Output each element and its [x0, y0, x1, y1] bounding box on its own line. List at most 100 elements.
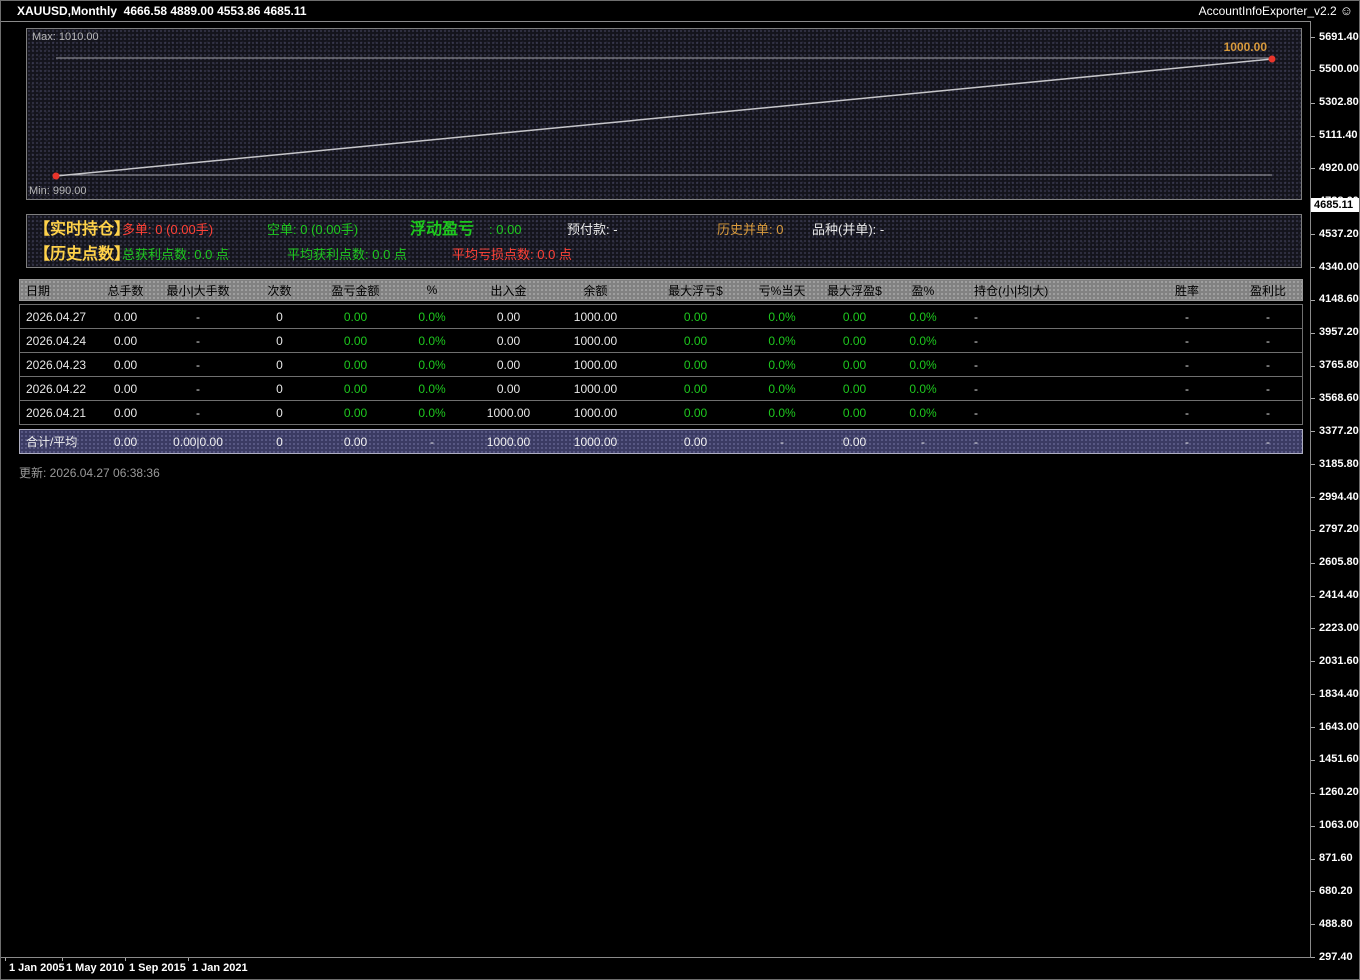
- price-tick-label: 1451.60: [1319, 753, 1359, 766]
- price-tick-mark: [1311, 267, 1315, 268]
- price-tick-mark: [1311, 136, 1315, 137]
- table-cell: -: [394, 435, 470, 449]
- table-cell: 0: [242, 334, 317, 348]
- price-tick-label: 297.40: [1319, 951, 1353, 964]
- price-tick-mark: [1311, 563, 1315, 564]
- price-tick-mark: [1311, 366, 1315, 367]
- table-cell: 0.0%: [394, 382, 470, 396]
- table-cell: 0.00: [317, 406, 394, 420]
- table-cell: 0.00: [817, 435, 892, 449]
- price-tick-mark: [1311, 530, 1315, 531]
- daily-stats-table: 日期总手数最小|大手数次数盈亏金额%出入金余额最大浮亏$亏%当天最大浮盈$盈%持…: [19, 279, 1303, 454]
- price-tick-mark: [1311, 70, 1315, 71]
- price-tick-label: 3377.20: [1319, 425, 1359, 438]
- price-tick-mark: [1311, 37, 1315, 38]
- price-tick-label: 2605.80: [1319, 556, 1359, 569]
- table-cell: -: [1232, 334, 1304, 348]
- table-cell: 0.0%: [394, 358, 470, 372]
- mt4-chart-window: XAUUSD,Monthly 4666.58 4889.00 4553.86 4…: [0, 0, 1360, 980]
- price-tick-label: 4537.20: [1319, 228, 1359, 241]
- price-tick-mark: [1311, 333, 1315, 334]
- table-cell: 0.00: [97, 382, 154, 396]
- table-cell: 0.0%: [747, 310, 817, 324]
- info-segment: 平均获利点数: 0.0 点: [287, 243, 407, 267]
- history-points-row: 【历史点数】总获利点数: 0.0 点平均获利点数: 0.0 点平均亏损点数: 0…: [27, 243, 1301, 267]
- table-cell: 0.0%: [892, 334, 954, 348]
- table-cell: 1000.00: [547, 310, 644, 324]
- table-cell: 0.00: [470, 358, 547, 372]
- table-cell: 0.00: [644, 310, 747, 324]
- time-tick-mark: [125, 958, 126, 961]
- ea-indicator-area: AccountInfoExporter_v2.2 ☺: [1199, 4, 1353, 18]
- price-tick-mark: [1311, 497, 1315, 498]
- time-tick-mark: [188, 958, 189, 961]
- table-cell: 0.0%: [747, 334, 817, 348]
- price-tick-label: 3957.20: [1319, 326, 1359, 339]
- price-tick-label: 2994.40: [1319, 491, 1359, 504]
- table-cell: -: [747, 435, 817, 449]
- price-tick-label: 680.20: [1319, 885, 1353, 898]
- time-tick-label: 1 Jan 2005: [9, 962, 65, 974]
- table-row: 2026.04.240.00-00.000.0%0.001000.000.000…: [19, 328, 1303, 353]
- realtime-position-row: 【实时持仓】多单: 0 (0.00手)空单: 0 (0.00手)浮动盈亏: 0.…: [27, 218, 1301, 242]
- table-total-row: 合计/平均0.000.00|0.0000.00-1000.001000.000.…: [19, 429, 1303, 454]
- table-cell: 0.00: [317, 310, 394, 324]
- price-tick-mark: [1311, 398, 1315, 399]
- table-cell: 0.0%: [747, 406, 817, 420]
- time-tick-label: 1 Sep 2015: [129, 962, 186, 974]
- ea-smiley-icon[interactable]: ☺: [1340, 4, 1353, 18]
- table-header-cell: 胜率: [1142, 282, 1232, 299]
- info-segment: 【实时持仓】: [34, 218, 130, 242]
- info-segment: 浮动盈亏: [410, 218, 474, 242]
- table-cell: -: [1142, 382, 1232, 396]
- table-header-cell: 最大浮亏$: [644, 282, 747, 299]
- chart-titlebar: XAUUSD,Monthly 4666.58 4889.00 4553.86 4…: [1, 1, 1359, 22]
- price-tick-mark: [1311, 891, 1315, 892]
- table-header-cell: 余额: [547, 282, 644, 299]
- table-cell: 0.00: [470, 334, 547, 348]
- table-cell: -: [1232, 310, 1304, 324]
- table-row: 2026.04.230.00-00.000.0%0.001000.000.000…: [19, 352, 1303, 377]
- time-tick-label: 1 Jan 2021: [192, 962, 248, 974]
- table-cell: 1000.00: [470, 435, 547, 449]
- price-tick-mark: [1311, 431, 1315, 432]
- table-header-cell: 盈利比: [1232, 282, 1304, 299]
- table-cell: -: [154, 334, 242, 348]
- table-cell: -: [954, 406, 1142, 420]
- table-header-cell: 盈%: [892, 282, 954, 299]
- price-tick-mark: [1311, 924, 1315, 925]
- table-cell: -: [1142, 406, 1232, 420]
- ea-name-label: AccountInfoExporter_v2.2: [1199, 4, 1337, 18]
- table-cell: 2026.04.22: [20, 382, 97, 396]
- table-header-cell: 亏%当天: [747, 282, 817, 299]
- graph-min-label: Min: 990.00: [29, 185, 86, 197]
- table-cell: 0.00|0.00: [154, 435, 242, 449]
- time-tick-label: 1 May 2010: [66, 962, 124, 974]
- info-segment: 多单: 0 (0.00手): [122, 218, 213, 242]
- info-segment: 【历史点数】: [34, 243, 130, 267]
- time-scale[interactable]: 1 Jan 20051 May 2010 1 Sep 2015 1 Jan 2021: [1, 957, 1310, 979]
- graph-max-label: Max: 1010.00: [32, 31, 99, 43]
- price-tick-mark: [1311, 793, 1315, 794]
- price-tick-label: 5500.00: [1319, 63, 1359, 76]
- price-tick-mark: [1311, 826, 1315, 827]
- price-tick-mark: [1311, 464, 1315, 465]
- price-tick-label: 3765.80: [1319, 359, 1359, 372]
- table-header-cell: 日期: [20, 282, 97, 299]
- table-cell: 0.0%: [394, 406, 470, 420]
- price-scale[interactable]: 5691.405500.005302.805111.404920.004728.…: [1310, 21, 1359, 958]
- table-cell: 0.00: [317, 435, 394, 449]
- table-header-cell: 出入金: [470, 282, 547, 299]
- info-segment: : 0.00: [489, 218, 522, 242]
- table-cell: 0.00: [644, 406, 747, 420]
- table-header-row: 日期总手数最小|大手数次数盈亏金额%出入金余额最大浮亏$亏%当天最大浮盈$盈%持…: [19, 279, 1303, 301]
- table-cell: 0.00: [644, 358, 747, 372]
- table-cell: -: [954, 435, 1142, 449]
- last-update-timestamp: 更新: 2026.04.27 06:38:36: [19, 464, 160, 481]
- price-tick-label: 3185.80: [1319, 458, 1359, 471]
- price-tick-label: 4340.00: [1319, 261, 1359, 274]
- table-cell: -: [892, 435, 954, 449]
- table-cell: 0.00: [817, 310, 892, 324]
- price-tick-label: 4148.60: [1319, 293, 1359, 306]
- table-cell: 2026.04.27: [20, 310, 97, 324]
